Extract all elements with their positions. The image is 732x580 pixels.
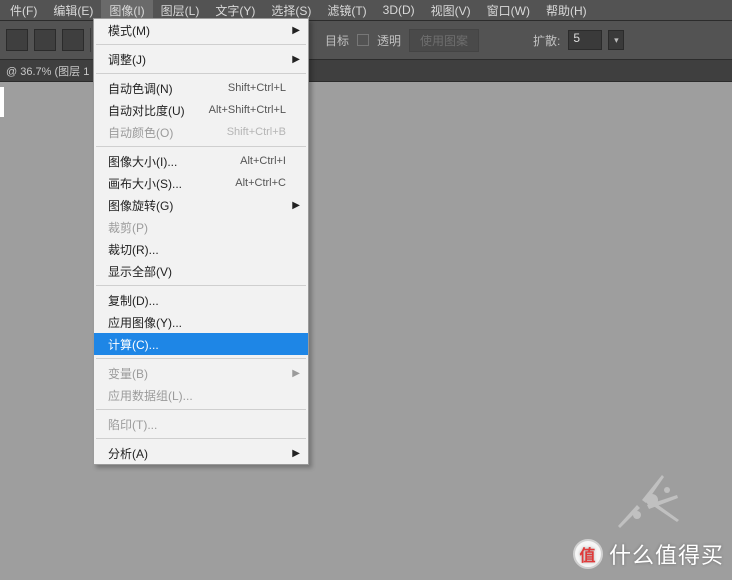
menu-bar: 件(F)编辑(E)图像(I)图层(L)文字(Y)选择(S)滤镜(T)3D(D)视… [0, 0, 732, 20]
menu-entry-label: 裁切(R)... [108, 241, 159, 258]
menu-entry-label: 模式(M) [108, 22, 150, 39]
menu-entry-label: 应用图像(Y)... [108, 314, 182, 331]
menu-entry-shortcut: Shift+Ctrl+B [227, 126, 286, 138]
target-label: 目标 [323, 32, 351, 49]
menu-entry: 自动颜色(O) Shift+Ctrl+B [94, 121, 308, 143]
submenu-arrow-icon: ▶ [292, 448, 300, 459]
canvas-edge [0, 87, 4, 117]
use-pattern-button: 使用图案 [409, 29, 479, 52]
menu-entry: 变量(B) ▶ [94, 362, 308, 384]
tool-swatch-2[interactable] [34, 29, 56, 51]
submenu-arrow-icon: ▶ [292, 25, 300, 36]
submenu-arrow-icon: ▶ [292, 54, 300, 65]
separator [90, 28, 91, 52]
document-title: @ 36.7% (图层 1 [6, 63, 89, 79]
menu-entry-label: 自动颜色(O) [108, 124, 173, 141]
menu-entry[interactable]: 图像旋转(G) ▶ [94, 194, 308, 216]
menu-entry-label: 显示全部(V) [108, 263, 172, 280]
menu-entry[interactable]: 显示全部(V) [94, 260, 308, 282]
menu-entry-label: 应用数据组(L)... [108, 387, 193, 404]
tool-swatch-1[interactable] [6, 29, 28, 51]
menu-entry-shortcut: Alt+Ctrl+C [235, 177, 286, 189]
watermark: 值 什么值得买 [573, 538, 724, 570]
menu-entry[interactable]: 调整(J) ▶ [94, 48, 308, 70]
menu-entry-label: 陷印(T)... [108, 416, 157, 433]
menu-entry-label: 裁剪(P) [108, 219, 148, 236]
menu-entry[interactable]: 计算(C)... [94, 333, 308, 355]
menu-entry-label: 复制(D)... [108, 292, 159, 309]
watermark-badge-icon: 值 [573, 539, 603, 569]
diffusion-dropdown-arrow[interactable]: ▾ [608, 30, 624, 50]
menu-entry-label: 画布大小(S)... [108, 175, 182, 192]
menu-item-10[interactable]: 帮助(H) [538, 0, 595, 21]
menu-item-6[interactable]: 滤镜(T) [319, 0, 374, 21]
menu-entry-label: 自动色调(N) [108, 80, 173, 97]
diffusion-input[interactable]: 5 [568, 30, 602, 50]
diffusion-label: 扩散: [531, 32, 562, 49]
tool-swatch-3[interactable] [62, 29, 84, 51]
submenu-arrow-icon: ▶ [292, 368, 300, 379]
menu-entry[interactable]: 模式(M) ▶ [94, 19, 308, 41]
submenu-arrow-icon: ▶ [292, 200, 300, 211]
menu-entry-shortcut: Alt+Ctrl+I [240, 155, 286, 167]
menu-entry[interactable]: 分析(A) ▶ [94, 442, 308, 464]
menu-entry[interactable]: 复制(D)... [94, 289, 308, 311]
menu-entry[interactable]: 自动色调(N) Shift+Ctrl+L [94, 77, 308, 99]
image-menu-dropdown: 模式(M) ▶ 调整(J) ▶ 自动色调(N) Shift+Ctrl+L 自动对比度(U) A… [93, 18, 309, 465]
menu-item-9[interactable]: 窗口(W) [479, 0, 538, 21]
menu-entry[interactable]: 裁切(R)... [94, 238, 308, 260]
menu-entry-label: 计算(C)... [108, 336, 159, 353]
menu-entry[interactable]: 自动对比度(U) Alt+Shift+Ctrl+L [94, 99, 308, 121]
transparent-checkbox[interactable] [357, 34, 369, 46]
menu-entry-shortcut: Shift+Ctrl+L [228, 82, 286, 94]
menu-item-0[interactable]: 件(F) [2, 0, 45, 21]
menu-entry-shortcut: Alt+Shift+Ctrl+L [209, 104, 286, 116]
menu-entry: 裁剪(P) [94, 216, 308, 238]
menu-entry-label: 调整(J) [108, 51, 146, 68]
menu-item-7[interactable]: 3D(D) [375, 1, 423, 19]
menu-item-8[interactable]: 视图(V) [423, 0, 479, 21]
menu-entry[interactable]: 图像大小(I)... Alt+Ctrl+I [94, 150, 308, 172]
menu-entry: 陷印(T)... [94, 413, 308, 435]
menu-entry-label: 图像旋转(G) [108, 197, 173, 214]
menu-entry-label: 自动对比度(U) [108, 102, 185, 119]
menu-entry-label: 图像大小(I)... [108, 153, 177, 170]
menu-entry: 应用数据组(L)... [94, 384, 308, 406]
transparent-label: 透明 [375, 32, 403, 49]
menu-entry[interactable]: 应用图像(Y)... [94, 311, 308, 333]
menu-entry-label: 分析(A) [108, 445, 148, 462]
watermark-text: 什么值得买 [609, 538, 724, 570]
menu-entry-label: 变量(B) [108, 365, 148, 382]
menu-entry[interactable]: 画布大小(S)... Alt+Ctrl+C [94, 172, 308, 194]
